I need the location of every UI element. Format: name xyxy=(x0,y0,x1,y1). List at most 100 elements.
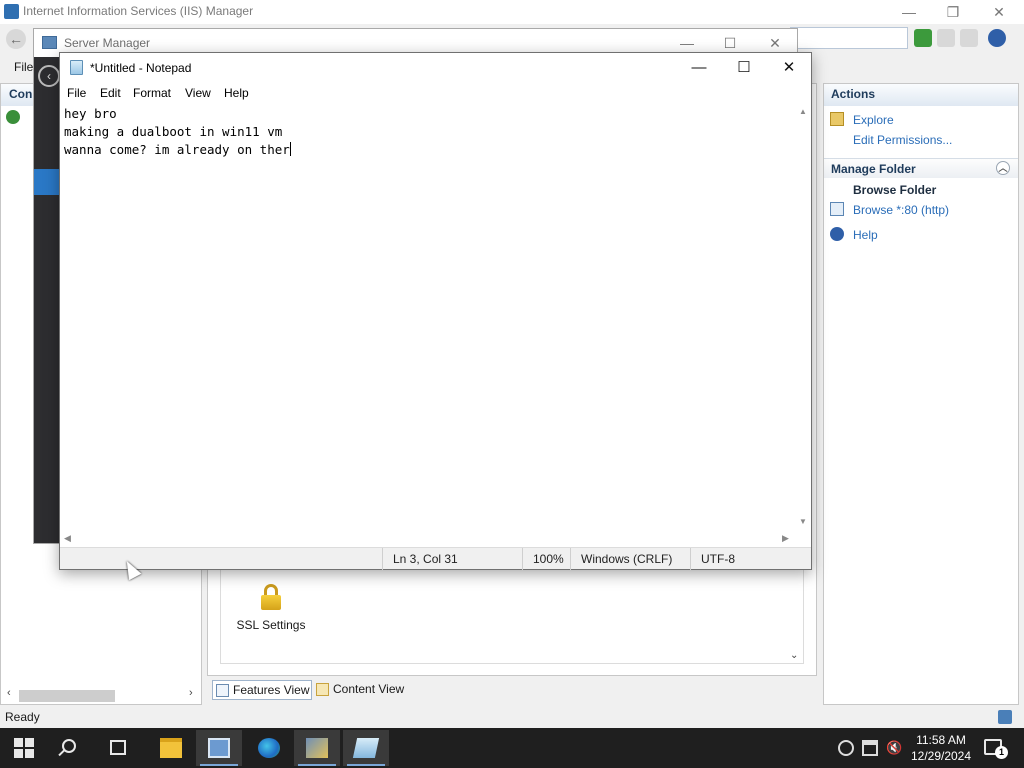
scroll-right-icon[interactable]: › xyxy=(189,687,193,699)
tab-features-view[interactable]: Features View xyxy=(212,680,312,700)
network-status-icon xyxy=(998,710,1012,724)
browse-folder-label: Browse Folder xyxy=(853,183,937,197)
volume-muted-icon[interactable]: 🔇 xyxy=(886,740,902,756)
folder-explore-icon xyxy=(830,112,844,126)
tab-content-view[interactable]: Content View xyxy=(313,680,413,700)
notepad-taskbar-button[interactable] xyxy=(343,730,389,766)
notepad-close-icon[interactable]: ✕ xyxy=(766,53,812,83)
encoding: UTF-8 xyxy=(690,548,810,570)
scroll-left-icon[interactable]: ‹ xyxy=(7,687,11,699)
clock-time: 11:58 AM xyxy=(916,733,966,747)
action-edit-permissions[interactable]: Edit Permissions... xyxy=(853,133,952,147)
features-view-label: Features View xyxy=(233,683,310,697)
notepad-horizontal-scrollbar[interactable]: ◀ ▶ xyxy=(60,531,811,547)
notepad-minimize-icon[interactable]: — xyxy=(676,53,722,83)
actions-pane: Actions Explore Edit Permissions... Mana… xyxy=(823,83,1019,705)
help-icon[interactable] xyxy=(988,29,1006,47)
features-view-icon xyxy=(216,684,229,697)
notepad-taskbar-icon xyxy=(352,738,380,758)
clock-date: 12/29/2024 xyxy=(910,749,972,763)
browse-icon xyxy=(830,202,844,216)
manage-folder-label: Manage Folder xyxy=(831,162,916,176)
iis-manager-taskbar-button[interactable] xyxy=(294,730,340,766)
iis-window-title: Internet Information Services (IIS) Mana… xyxy=(23,4,254,18)
sm-dashboard-item[interactable] xyxy=(34,169,60,195)
scroll-thumb[interactable] xyxy=(19,690,115,702)
notepad-menu-file[interactable]: File xyxy=(67,86,86,100)
notepad-titlebar: *Untitled - Notepad — ☐ ✕ xyxy=(60,53,811,83)
cursor-position: Ln 3, Col 31 xyxy=(382,548,522,570)
actions-header: Actions xyxy=(824,84,1018,106)
notepad-icon xyxy=(70,60,83,75)
notepad-menu-edit[interactable]: Edit xyxy=(100,86,121,100)
server-manager-title: Server Manager xyxy=(64,36,151,50)
ssl-settings-label: SSL Settings xyxy=(236,618,306,632)
network-icon[interactable] xyxy=(862,740,878,756)
iis-titlebar: Internet Information Services (IIS) Mana… xyxy=(0,0,1024,24)
text-line-1: hey bro xyxy=(64,106,117,121)
connections-scrollbar[interactable]: ‹ › xyxy=(3,687,199,703)
lock-icon xyxy=(260,584,282,610)
notepad-text-area[interactable]: hey bro making a dualboot in win11 vm wann… xyxy=(60,103,797,531)
file-explorer-button[interactable] xyxy=(148,730,194,766)
action-browse-80[interactable]: Browse *:80 (http) xyxy=(853,203,949,217)
notepad-text: hey bro making a dualboot in win11 vm wann… xyxy=(64,105,291,159)
edge-browser-button[interactable] xyxy=(246,730,292,766)
search-icon[interactable] xyxy=(62,739,76,753)
action-explore[interactable]: Explore xyxy=(853,113,894,127)
scroll-right-arrow-icon[interactable]: ▶ xyxy=(782,533,789,544)
notepad-menu-help[interactable]: Help xyxy=(224,86,249,100)
edge-icon xyxy=(258,738,280,758)
restore-icon[interactable]: ❐ xyxy=(930,0,976,24)
system-clock[interactable]: 11:58 AM 12/29/2024 xyxy=(908,732,974,764)
tray-app-icon[interactable] xyxy=(838,740,854,756)
status-text: Ready xyxy=(5,710,40,724)
home-icon[interactable] xyxy=(960,29,978,47)
notepad-vertical-scrollbar[interactable]: ▲ ▼ xyxy=(797,103,811,531)
ssl-settings-feature[interactable]: SSL Settings xyxy=(226,584,316,632)
notepad-title: *Untitled - Notepad xyxy=(90,61,192,75)
notification-count-badge: 1 xyxy=(995,746,1008,759)
notepad-menubar: File Edit Format View Help xyxy=(60,83,811,103)
minimize-icon[interactable]: — xyxy=(886,0,932,24)
scroll-down-arrow-icon[interactable]: ▼ xyxy=(799,517,807,526)
task-view-icon[interactable] xyxy=(110,740,126,755)
zoom-level: 100% xyxy=(522,548,570,570)
refresh-icon[interactable] xyxy=(914,29,932,47)
text-line-3: wanna come? im already on ther xyxy=(64,142,290,157)
scroll-down-icon[interactable]: ⌄ xyxy=(790,650,798,661)
sm-back-icon[interactable]: ‹ xyxy=(38,65,60,87)
globe-icon[interactable] xyxy=(6,110,20,124)
collapse-icon[interactable]: ︿ xyxy=(996,161,1010,175)
content-view-icon xyxy=(316,683,329,696)
iis-taskbar-icon xyxy=(306,738,328,758)
close-icon[interactable]: ✕ xyxy=(976,0,1022,24)
line-ending: Windows (CRLF) xyxy=(570,548,690,570)
notepad-window: *Untitled - Notepad — ☐ ✕ File Edit Form… xyxy=(59,52,812,570)
taskbar: 🔇 11:58 AM 12/29/2024 1 xyxy=(0,728,1024,768)
iis-app-icon xyxy=(4,4,19,19)
text-caret xyxy=(289,142,291,156)
manage-folder-section: Manage Folder ︿ xyxy=(824,158,1018,178)
windows-start-icon[interactable] xyxy=(14,738,34,758)
menu-file[interactable]: File xyxy=(14,60,33,74)
server-manager-icon xyxy=(42,36,57,49)
notepad-maximize-icon[interactable]: ☐ xyxy=(721,53,767,83)
scroll-up-icon[interactable]: ▲ xyxy=(799,107,807,116)
server-manager-nav: ‹ xyxy=(34,57,60,543)
scroll-left-arrow-icon[interactable]: ◀ xyxy=(64,533,71,544)
server-manager-taskbar-button[interactable] xyxy=(196,730,242,766)
notepad-menu-view[interactable]: View xyxy=(185,86,211,100)
stop-icon[interactable] xyxy=(937,29,955,47)
iis-status-bar: Ready xyxy=(0,708,1024,728)
folder-icon xyxy=(160,738,182,758)
address-bar[interactable] xyxy=(790,27,908,49)
text-line-2: making a dualboot in win11 vm xyxy=(64,124,283,139)
back-arrow-icon[interactable]: ← xyxy=(6,29,26,49)
notepad-menu-format[interactable]: Format xyxy=(133,86,171,100)
server-manager-taskbar-icon xyxy=(208,738,230,758)
notepad-status-bar: Ln 3, Col 31 100% Windows (CRLF) UTF-8 xyxy=(60,547,811,570)
help-circle-icon xyxy=(830,227,844,241)
content-view-label: Content View xyxy=(333,682,405,696)
action-help[interactable]: Help xyxy=(853,228,878,242)
